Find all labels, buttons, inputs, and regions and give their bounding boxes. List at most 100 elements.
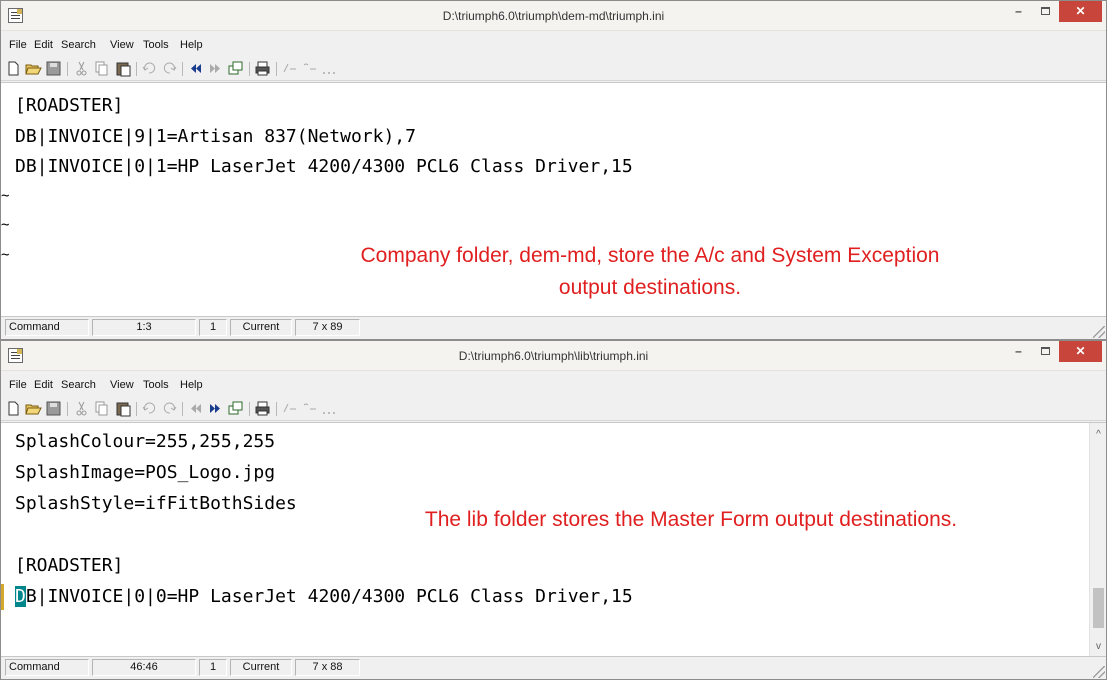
- menu-tools[interactable]: Tools: [143, 39, 169, 51]
- more-icon[interactable]: [321, 400, 338, 417]
- status-position: 1:3: [92, 319, 196, 336]
- status-mode: Command: [5, 319, 89, 336]
- editor-line[interactable]: DB|INVOICE|9|1=Artisan 837(Network),7: [15, 124, 416, 150]
- paste-icon[interactable]: [115, 400, 132, 417]
- top-editor-window: D:\triumph6.0\triumph\dem-md\triumph.ini…: [0, 0, 1107, 340]
- toolbar-separator: [276, 62, 277, 76]
- menu-help[interactable]: Help: [180, 39, 203, 51]
- uncomment-icon[interactable]: [301, 400, 318, 417]
- vertical-scrollbar[interactable]: ^ v: [1089, 423, 1106, 656]
- editor-line[interactable]: SplashImage=POS_Logo.jpg: [15, 460, 275, 486]
- editor-line[interactable]: [ROADSTER]: [15, 553, 123, 579]
- open-folder-icon[interactable]: [25, 400, 42, 417]
- menu-search[interactable]: Search: [61, 379, 96, 391]
- status-bar: Command 1:3 1 Current 7 x 89: [1, 317, 1106, 339]
- undo-icon[interactable]: [141, 60, 158, 77]
- previous-file-icon[interactable]: [187, 400, 204, 417]
- toolbar-separator: [136, 402, 137, 416]
- menu-tools[interactable]: Tools: [143, 379, 169, 391]
- bottom-editor-window: D:\triumph6.0\triumph\lib\triumph.ini – …: [0, 340, 1107, 680]
- resize-grip[interactable]: [1093, 666, 1105, 678]
- toolbar-separator: [182, 62, 183, 76]
- toolbar: [1, 57, 1106, 81]
- menu-edit[interactable]: Edit: [34, 379, 53, 391]
- cut-scissors-icon[interactable]: [73, 400, 90, 417]
- empty-line-marker: ~: [1, 188, 10, 204]
- paste-icon[interactable]: [115, 60, 132, 77]
- toolbar-separator: [67, 402, 68, 416]
- status-field: 1: [199, 659, 227, 676]
- maximize-icon: [1041, 347, 1050, 355]
- empty-line-marker: ~: [1, 217, 10, 233]
- text-cursor: D: [15, 586, 26, 607]
- minimize-button[interactable]: –: [1005, 341, 1032, 362]
- menu-file[interactable]: File: [9, 379, 27, 391]
- editor-line[interactable]: SplashColour=255,255,255: [15, 429, 275, 455]
- status-field: Current: [230, 659, 292, 676]
- menu-search[interactable]: Search: [61, 39, 96, 51]
- previous-file-icon[interactable]: [187, 60, 204, 77]
- new-file-icon[interactable]: [5, 400, 22, 417]
- toolbar-separator: [276, 402, 277, 416]
- maximize-button[interactable]: [1032, 1, 1059, 22]
- comment-icon[interactable]: [281, 400, 298, 417]
- status-bar: Command 46:46 1 Current 7 x 88: [1, 657, 1106, 679]
- title-bar[interactable]: D:\triumph6.0\triumph\lib\triumph.ini – …: [1, 341, 1106, 371]
- copy-icon[interactable]: [93, 400, 110, 417]
- resize-grip[interactable]: [1093, 326, 1105, 338]
- status-size: 7 x 88: [295, 659, 360, 676]
- status-position: 46:46: [92, 659, 196, 676]
- copy-icon[interactable]: [93, 60, 110, 77]
- new-file-icon[interactable]: [5, 60, 22, 77]
- text-editor[interactable]: SplashColour=255,255,255 SplashImage=POS…: [1, 422, 1106, 657]
- open-folder-icon[interactable]: [25, 60, 42, 77]
- next-file-icon[interactable]: [207, 400, 224, 417]
- close-button[interactable]: ✕: [1059, 341, 1102, 362]
- menu-view[interactable]: View: [110, 39, 134, 51]
- menu-file[interactable]: File: [9, 39, 27, 51]
- window-title: D:\triumph6.0\triumph\lib\triumph.ini: [458, 349, 649, 363]
- status-field: Current: [230, 319, 292, 336]
- toolbar-separator: [67, 62, 68, 76]
- annotation-text: Company folder, dem-md, store the A/c an…: [360, 244, 940, 267]
- toolbar: [1, 397, 1106, 421]
- status-field: 1: [199, 319, 227, 336]
- save-disk-icon[interactable]: [45, 400, 62, 417]
- annotation-text: The lib folder stores the Master Form ou…: [424, 508, 958, 531]
- minimize-button[interactable]: –: [1005, 1, 1032, 22]
- window-title: D:\triumph6.0\triumph\dem-md\triumph.ini: [442, 9, 665, 23]
- window-icon[interactable]: [227, 400, 244, 417]
- editor-line[interactable]: [ROADSTER]: [15, 93, 123, 119]
- menu-view[interactable]: View: [110, 379, 134, 391]
- scroll-up-arrow-icon[interactable]: ^: [1090, 426, 1106, 443]
- editor-line[interactable]: SplashStyle=ifFitBothSides: [15, 491, 297, 517]
- current-line-marker: [1, 584, 4, 610]
- cut-scissors-icon[interactable]: [73, 60, 90, 77]
- window-icon[interactable]: [227, 60, 244, 77]
- next-file-icon[interactable]: [207, 60, 224, 77]
- menu-help[interactable]: Help: [180, 379, 203, 391]
- maximize-button[interactable]: [1032, 341, 1059, 362]
- text-editor[interactable]: [ROADSTER] DB|INVOICE|9|1=Artisan 837(Ne…: [1, 82, 1106, 317]
- undo-icon[interactable]: [141, 400, 158, 417]
- more-icon[interactable]: [321, 60, 338, 77]
- toolbar-separator: [249, 402, 250, 416]
- editor-line-text: B|INVOICE|0|0=HP LaserJet 4200/4300 PCL6…: [25, 586, 633, 607]
- print-icon[interactable]: [254, 400, 271, 417]
- editor-line-current[interactable]: DB|INVOICE|0|0=HP LaserJet 4200/4300 PCL…: [15, 584, 633, 610]
- maximize-icon: [1041, 7, 1050, 15]
- toolbar-separator: [136, 62, 137, 76]
- menu-edit[interactable]: Edit: [34, 39, 53, 51]
- scroll-thumb[interactable]: [1093, 588, 1104, 629]
- redo-icon[interactable]: [161, 400, 178, 417]
- comment-icon[interactable]: [281, 60, 298, 77]
- save-disk-icon[interactable]: [45, 60, 62, 77]
- annotation-text: output destinations.: [558, 276, 742, 299]
- close-button[interactable]: ✕: [1059, 1, 1102, 22]
- uncomment-icon[interactable]: [301, 60, 318, 77]
- scroll-down-arrow-icon[interactable]: v: [1090, 638, 1106, 655]
- title-bar[interactable]: D:\triumph6.0\triumph\dem-md\triumph.ini…: [1, 1, 1106, 31]
- print-icon[interactable]: [254, 60, 271, 77]
- editor-line[interactable]: DB|INVOICE|0|1=HP LaserJet 4200/4300 PCL…: [15, 154, 633, 180]
- redo-icon[interactable]: [161, 60, 178, 77]
